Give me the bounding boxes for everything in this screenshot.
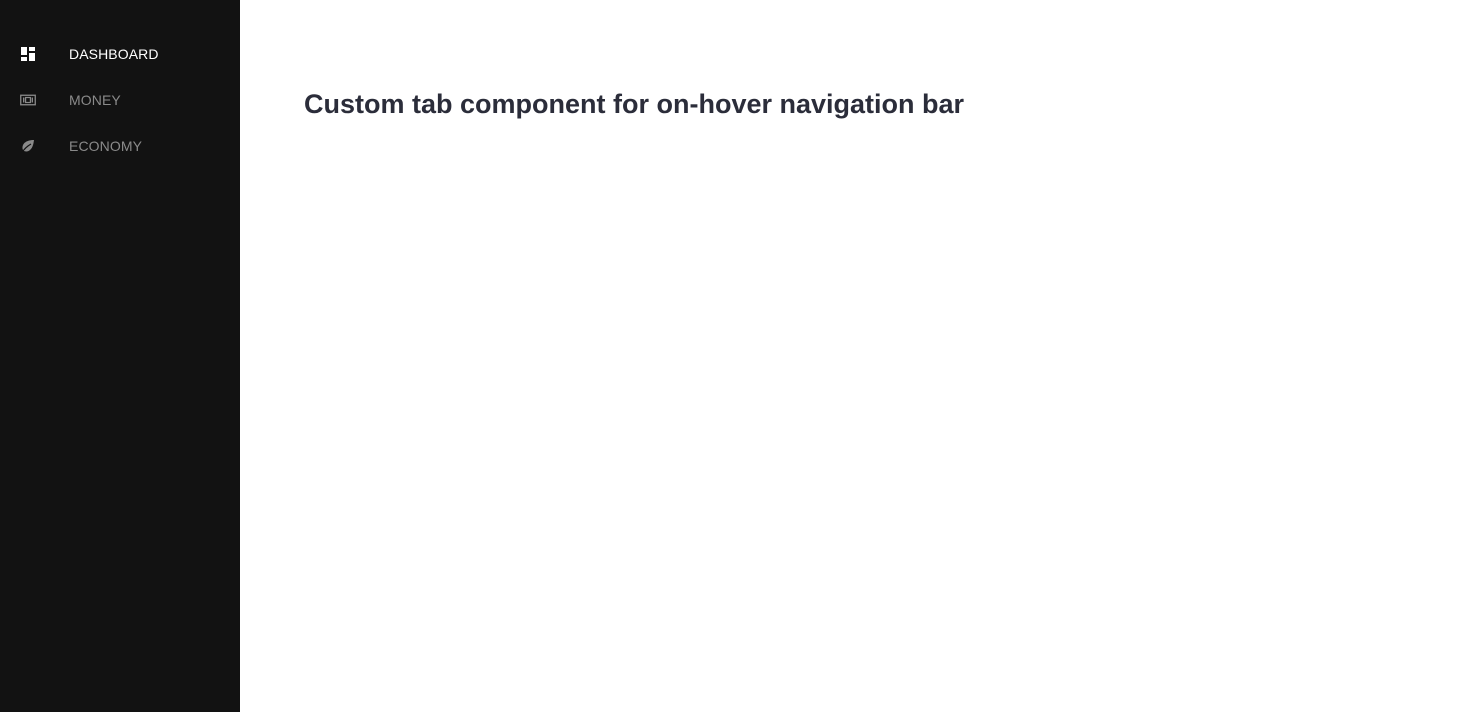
page-title: Custom tab component for on-hover naviga… (304, 89, 965, 119)
sidebar-nav: DASHBOARD MONEY ECONOMY (0, 31, 240, 169)
main-content: Custom tab component for on-hover naviga… (240, 0, 1459, 712)
sidebar-item-dashboard[interactable]: DASHBOARD (0, 31, 240, 77)
sidebar: DASHBOARD MONEY ECONOMY (0, 0, 240, 712)
leaf-icon (20, 138, 36, 154)
sidebar-item-money[interactable]: MONEY (0, 77, 240, 123)
money-icon (20, 92, 36, 108)
sidebar-item-label: DASHBOARD (69, 46, 159, 62)
sidebar-item-label: ECONOMY (69, 138, 143, 154)
sidebar-item-label: MONEY (69, 92, 121, 108)
sidebar-item-economy[interactable]: ECONOMY (0, 123, 240, 169)
dashboard-icon (20, 46, 36, 62)
app-layout: DASHBOARD MONEY ECONOMY Custom tab compo… (0, 0, 1459, 712)
